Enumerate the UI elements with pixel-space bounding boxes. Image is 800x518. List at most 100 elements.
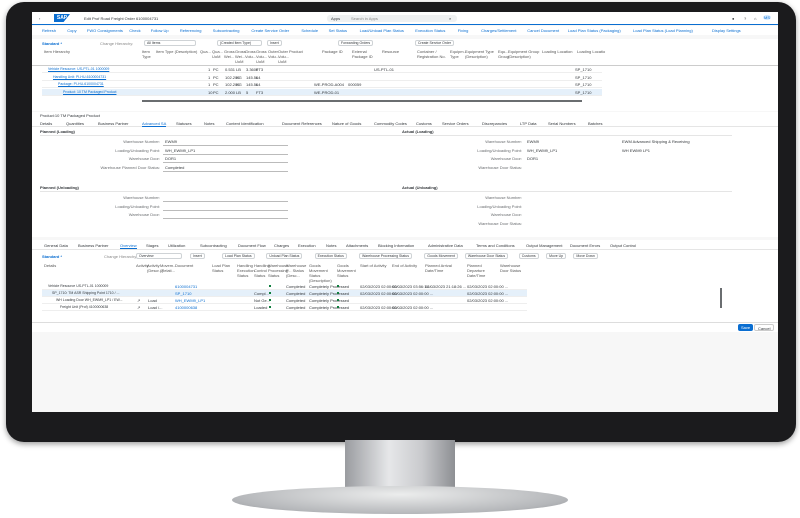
- toolbar-item[interactable]: Load/Unload Plan Status: [360, 28, 404, 33]
- field-value[interactable]: WH_EWM9_LP1: [527, 148, 557, 153]
- toolbar-item[interactable]: Create Service Order: [251, 28, 289, 33]
- detail-tab[interactable]: Details: [40, 121, 52, 126]
- overview-tool-button[interactable]: Move Down: [573, 253, 598, 259]
- overview-hierarchy-select[interactable]: Overview: [136, 253, 182, 259]
- detail-tab[interactable]: Nature of Goods: [332, 121, 361, 126]
- row-details[interactable]: Vehicle Resource US-PTL-01 1000009: [48, 284, 108, 289]
- column-header[interactable]: Product: [289, 49, 321, 54]
- table-row[interactable]: SP_1710: TM ASR Shipping Point 1710 / ..…: [42, 290, 527, 297]
- insert-type-select[interactable]: (Created Item Type): [217, 40, 262, 46]
- field-underline[interactable]: [163, 145, 288, 146]
- overview-tool-button[interactable]: Load Plan Status: [222, 253, 255, 259]
- detail-tab[interactable]: Quantities: [66, 121, 84, 126]
- detail-tab[interactable]: Batches: [588, 121, 602, 126]
- field-value[interactable]: EWM9: [165, 139, 177, 144]
- field-value[interactable]: Completed: [165, 165, 184, 170]
- detail-tab[interactable]: Service Orders: [442, 121, 469, 126]
- field-value[interactable]: DOR1: [165, 156, 176, 161]
- column-header[interactable]: Gross Volu... UoM: [256, 49, 267, 64]
- toolbar-item[interactable]: Cancel Document: [527, 28, 559, 33]
- field-underline[interactable]: [163, 218, 288, 219]
- overview-tool-button[interactable]: Warehouse Processing Status: [359, 253, 412, 259]
- column-header[interactable]: Equipm... Type: [450, 49, 467, 59]
- toolbar-item[interactable]: Execution Status: [415, 28, 445, 33]
- detail-tab[interactable]: Advanced SA: [142, 121, 167, 127]
- overview-tool-button[interactable]: Execution Status: [314, 253, 347, 259]
- overview-tab[interactable]: Notes: [326, 243, 336, 248]
- table-row[interactable]: Handling Unit: PI-HU-6100004731 1 PC 102.20…: [42, 74, 602, 81]
- hierarchy-node[interactable]: Handling Unit: PI-HU-6100004731: [53, 75, 106, 80]
- help-icon[interactable]: ?: [744, 16, 746, 21]
- row-details[interactable]: SP_1710: TM ASR Shipping Point 1710 / ..…: [52, 291, 119, 296]
- column-header[interactable]: Details: [44, 263, 104, 268]
- cell-document[interactable]: 4100000638: [175, 305, 197, 310]
- detail-tab[interactable]: Serial Numbers: [548, 121, 576, 126]
- column-header[interactable]: Container / Registration No.: [417, 49, 449, 59]
- overview-tab[interactable]: Utilization: [168, 243, 185, 248]
- hierarchy-node[interactable]: Vehicle Resource: US-PTL-01 1000009: [48, 67, 109, 72]
- detail-tab[interactable]: LTP Data: [520, 121, 537, 126]
- column-header[interactable]: Item Type: [142, 49, 155, 59]
- column-header[interactable]: Outer Volu... UoM: [278, 49, 289, 64]
- toolbar-item[interactable]: Load Plan Status (Packaging): [568, 28, 621, 33]
- column-header[interactable]: End of Activity: [392, 263, 424, 268]
- column-header[interactable]: Warehouse P... Status (Desc...: [286, 263, 308, 278]
- column-header[interactable]: Resource: [382, 49, 416, 54]
- field-underline[interactable]: [163, 209, 288, 211]
- column-header[interactable]: Planned Arrival Date/Time: [425, 263, 466, 273]
- overview-variant-select[interactable]: Standard *: [42, 254, 62, 259]
- overview-insert-button[interactable]: Insert: [190, 253, 205, 259]
- column-header[interactable]: Gross Wei... UoM: [235, 49, 246, 64]
- column-header[interactable]: Qua...: [200, 49, 211, 54]
- column-header[interactable]: Package ID: [322, 49, 351, 54]
- overview-tab[interactable]: Subcontracting: [200, 243, 227, 248]
- overview-tool-button[interactable]: Goods Movement: [424, 253, 458, 259]
- column-header[interactable]: Warehouse Processing Status: [268, 263, 288, 278]
- field-value[interactable]: EWM9: [527, 139, 539, 144]
- toolbar-item[interactable]: Charges/Settlement: [481, 28, 516, 33]
- search-field[interactable]: Apps Search in Apps ⌕: [327, 15, 457, 22]
- column-header[interactable]: Item Hierarchy: [44, 49, 104, 54]
- row-details[interactable]: WH Loading Door WH_EWM9_LP1 / EW...: [56, 298, 123, 303]
- field-underline[interactable]: [163, 162, 288, 163]
- overview-tab[interactable]: Terms and Conditions: [476, 243, 515, 248]
- search-icon[interactable]: ⌕: [449, 16, 451, 21]
- overview-tab[interactable]: Attachments: [346, 243, 368, 248]
- insert-button[interactable]: Insert: [267, 40, 282, 46]
- create-service-order-button[interactable]: Create Service Order: [415, 40, 455, 46]
- toolbar-item[interactable]: FWO Consignments: [87, 28, 123, 33]
- column-header[interactable]: Equipment Type (Description): [465, 49, 497, 59]
- detail-tab[interactable]: Document References: [282, 121, 322, 126]
- overview-tab[interactable]: Blocking Information: [378, 243, 414, 248]
- table-row[interactable]: Freight Unit (Prof) 4100000638 ↗ Load /...…: [42, 304, 527, 311]
- back-icon[interactable]: ‹: [39, 16, 40, 21]
- toolbar-item[interactable]: Set Status: [329, 28, 347, 33]
- column-header[interactable]: Outer Volu...: [268, 49, 279, 59]
- overview-tab[interactable]: Output Management: [526, 243, 562, 248]
- table-row[interactable]: Vehicle Resource US-PTL-01 1000009 610000…: [42, 283, 527, 290]
- overview-tab[interactable]: Business Partner: [78, 243, 108, 248]
- column-header[interactable]: Goods Movement Status (Description): [309, 263, 336, 283]
- search-scope[interactable]: Apps: [331, 16, 340, 21]
- column-header[interactable]: Equipment Group (Description): [508, 49, 541, 59]
- column-header[interactable]: Item Type (Description): [156, 49, 199, 54]
- overview-tool-button[interactable]: Move Up: [546, 253, 567, 259]
- table-row[interactable]: Package: PI-HU-6100004731 1 PC 102.205 KG 145…: [42, 81, 602, 88]
- overview-tab[interactable]: Output Control: [610, 243, 636, 248]
- column-header[interactable]: Handling Execution Status: [237, 263, 255, 278]
- field-value[interactable]: WH_EWM9_LP1: [165, 148, 195, 153]
- overview-tab[interactable]: Execution: [298, 243, 316, 248]
- cell-document[interactable]: WH_EWM9_LP1: [175, 298, 205, 303]
- cancel-button[interactable]: Cancel: [754, 324, 775, 331]
- toolbar-item[interactable]: Fixing: [458, 28, 469, 33]
- search-input[interactable]: Search in Apps: [351, 16, 378, 21]
- toolbar-item[interactable]: Schedule: [301, 28, 318, 33]
- overview-tool-button[interactable]: Customs: [518, 253, 539, 259]
- detail-tab[interactable]: Content Identification: [226, 121, 264, 126]
- toolbar-item[interactable]: Subcontracting: [213, 28, 240, 33]
- column-header[interactable]: Start of Activity: [360, 263, 391, 268]
- toolbar-item[interactable]: Load Plan Status (Load Planning): [633, 28, 693, 33]
- overview-tab[interactable]: Document Flow: [238, 243, 266, 248]
- overview-tool-button[interactable]: Warehouse Door Status: [464, 253, 509, 259]
- cell-document[interactable]: SP_1710: [175, 291, 191, 296]
